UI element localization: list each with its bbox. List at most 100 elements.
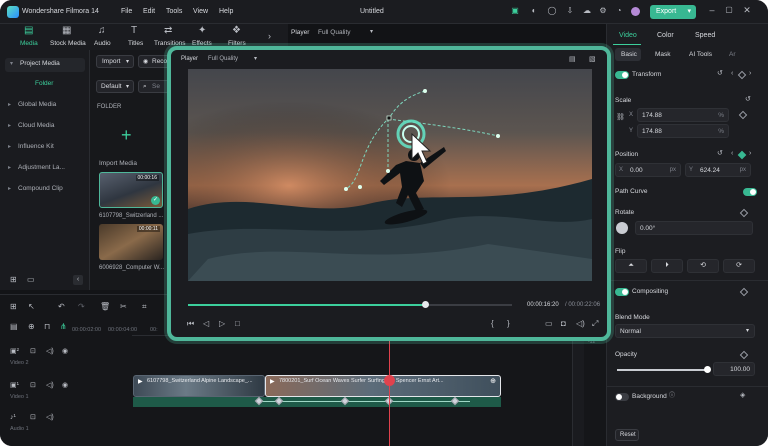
playhead-handle[interactable] bbox=[384, 375, 395, 386]
video-preview[interactable] bbox=[188, 69, 592, 281]
chevron-down-icon[interactable]: ▾ bbox=[370, 29, 373, 35]
position-y-field[interactable]: Y 624.24 px bbox=[685, 163, 751, 177]
snapshot-icon[interactable]: ▤ bbox=[569, 56, 576, 63]
quality-label[interactable]: Full Quality bbox=[208, 56, 238, 62]
chevron-down-icon[interactable]: ▾ bbox=[254, 56, 257, 62]
media-item[interactable]: 00:00:11 bbox=[99, 224, 163, 260]
sidebar-item-cloud-media[interactable]: ▸ Cloud Media bbox=[8, 120, 84, 134]
gift-icon[interactable]: ▣ bbox=[510, 7, 520, 15]
crop-icon[interactable]: ⌗ bbox=[142, 303, 147, 311]
keyframe-icon[interactable] bbox=[739, 350, 749, 360]
rotate-field[interactable]: 0.00° bbox=[635, 221, 753, 235]
sidebar-item-adjustment-layer[interactable]: ▸ Adjustment La... bbox=[8, 162, 84, 176]
rotate-right-button[interactable]: ⟳ bbox=[723, 259, 755, 273]
sidebar-item-influence-kit[interactable]: ▸ Influence Kit bbox=[8, 141, 84, 155]
sidebar-item-compound-clip[interactable]: ▸ Compound Clip bbox=[8, 183, 84, 197]
keyframe-active-icon[interactable] bbox=[737, 150, 747, 160]
folder-icon[interactable]: ▭ bbox=[27, 276, 35, 284]
display-icon[interactable]: ▭ bbox=[545, 320, 553, 328]
minimize-icon[interactable]: – bbox=[707, 6, 717, 15]
close-icon[interactable]: ✕ bbox=[742, 6, 752, 15]
opacity-field[interactable]: 100.00 bbox=[713, 362, 755, 376]
menu-file[interactable]: File bbox=[121, 8, 132, 15]
mark-in-icon[interactable]: { bbox=[491, 320, 494, 328]
tab-speed[interactable]: Speed bbox=[695, 32, 715, 39]
undo-icon[interactable]: ↶ bbox=[58, 303, 65, 311]
sort-dropdown[interactable]: Default ▾ bbox=[96, 80, 134, 93]
subtab-ai-tools[interactable]: AI Tools bbox=[689, 51, 712, 58]
rotate-left-button[interactable]: ⟲ bbox=[687, 259, 719, 273]
subtab-ar[interactable]: Ar bbox=[729, 51, 736, 58]
download-icon[interactable]: ⇩ bbox=[565, 7, 575, 15]
clock-icon[interactable]: ◯ bbox=[547, 7, 557, 15]
chevron-right-icon[interactable]: › bbox=[749, 150, 751, 157]
previous-frame-icon[interactable]: ⏮ bbox=[187, 320, 194, 328]
keyframe-icon[interactable] bbox=[739, 208, 749, 218]
collapse-icon[interactable]: ‹ bbox=[73, 275, 83, 285]
background-toggle[interactable] bbox=[615, 393, 629, 401]
export-button[interactable]: Export ▾ bbox=[650, 5, 696, 19]
scale-y-field[interactable]: 174.88 % bbox=[637, 124, 729, 138]
lock-icon[interactable]: ⊡ bbox=[30, 348, 36, 355]
progress-thumb[interactable] bbox=[421, 301, 429, 308]
playback-progress[interactable] bbox=[188, 301, 512, 308]
opacity-slider-thumb[interactable] bbox=[704, 366, 711, 373]
select-tool-icon[interactable]: ↖ bbox=[28, 303, 35, 311]
mute-icon[interactable]: ◁) bbox=[46, 348, 54, 355]
reset-icon[interactable]: ↺ bbox=[745, 96, 751, 103]
new-folder-icon[interactable]: ⊞ bbox=[10, 276, 17, 284]
scale-x-field[interactable]: 174.88 % bbox=[637, 108, 729, 122]
volume-icon[interactable]: ◁) bbox=[576, 320, 585, 328]
keyframe-icon[interactable] bbox=[739, 287, 749, 297]
menu-tools[interactable]: Tools bbox=[166, 8, 182, 15]
snap-icon[interactable]: ⊓ bbox=[44, 323, 50, 331]
flip-vertical-button[interactable]: ⏵ bbox=[651, 259, 683, 273]
path-curve-toggle[interactable] bbox=[743, 188, 757, 196]
settings-icon[interactable]: ⚙ bbox=[598, 7, 608, 15]
diamond-icon[interactable]: ◈ bbox=[740, 392, 745, 399]
mute-icon[interactable]: ◁) bbox=[46, 382, 54, 389]
mark-out-icon[interactable]: } bbox=[507, 320, 510, 328]
delete-icon[interactable]: 🗑 bbox=[100, 303, 110, 311]
theme-icon[interactable]: ◐ bbox=[529, 7, 539, 15]
keyframe-icon[interactable] bbox=[738, 110, 748, 120]
tab-stock-media[interactable]: ▦ Stock Media bbox=[50, 26, 86, 50]
image-icon[interactable]: ▧ bbox=[589, 56, 596, 63]
compositing-toggle[interactable] bbox=[615, 288, 629, 296]
eye-icon[interactable]: ◉ bbox=[62, 382, 68, 389]
chevron-right-icon[interactable]: › bbox=[268, 32, 271, 41]
reset-icon[interactable]: ↺ bbox=[717, 150, 723, 157]
transform-toggle[interactable] bbox=[615, 71, 629, 79]
layout-icon[interactable]: ⊞ bbox=[10, 303, 17, 311]
eye-icon[interactable]: ◉ bbox=[62, 348, 68, 355]
playhead[interactable] bbox=[389, 331, 390, 446]
quality-label[interactable]: Full Quality bbox=[318, 29, 351, 36]
media-item[interactable]: 00:00:16 ✓ bbox=[99, 172, 163, 208]
flip-horizontal-button[interactable]: ⏶ bbox=[615, 259, 647, 273]
tab-media[interactable]: ▤ Media bbox=[16, 26, 44, 50]
link-icon[interactable]: ⛓ bbox=[616, 114, 625, 121]
tab-audio[interactable]: ♫ Audio bbox=[92, 26, 116, 50]
reset-button[interactable]: Reset bbox=[615, 429, 639, 441]
tab-titles[interactable]: T Titles bbox=[126, 26, 148, 50]
rotate-dial[interactable] bbox=[616, 222, 628, 234]
play-back-icon[interactable]: ◁ bbox=[203, 320, 209, 328]
video-clip[interactable]: ▶ 6107798_Switzerland Alpine Landscape_.… bbox=[133, 375, 265, 397]
notifications-icon[interactable]: ◔ bbox=[614, 7, 624, 15]
split-icon[interactable]: ✂ bbox=[120, 303, 127, 311]
menu-help[interactable]: Help bbox=[219, 8, 233, 15]
tab-video[interactable]: Video bbox=[619, 32, 637, 39]
add-track-icon[interactable]: ▤ bbox=[10, 323, 18, 331]
avatar[interactable] bbox=[631, 7, 640, 16]
sidebar-item-global-media[interactable]: ▸ Global Media bbox=[8, 99, 84, 113]
lock-icon[interactable]: ⊡ bbox=[30, 414, 36, 421]
play-icon[interactable]: ▷ bbox=[219, 320, 225, 328]
add-icon[interactable]: ⊕ bbox=[490, 377, 496, 385]
volume-icon[interactable]: ◁) bbox=[46, 414, 54, 421]
fullscreen-icon[interactable]: ⤢ bbox=[592, 320, 598, 328]
opacity-slider[interactable] bbox=[617, 366, 711, 373]
position-x-field[interactable]: X 0.00 px bbox=[615, 163, 681, 177]
sidebar-item-folder[interactable]: Folder bbox=[5, 78, 85, 92]
import-media-tile[interactable]: + bbox=[99, 118, 161, 156]
blend-mode-select[interactable]: Normal ▾ bbox=[615, 324, 755, 338]
